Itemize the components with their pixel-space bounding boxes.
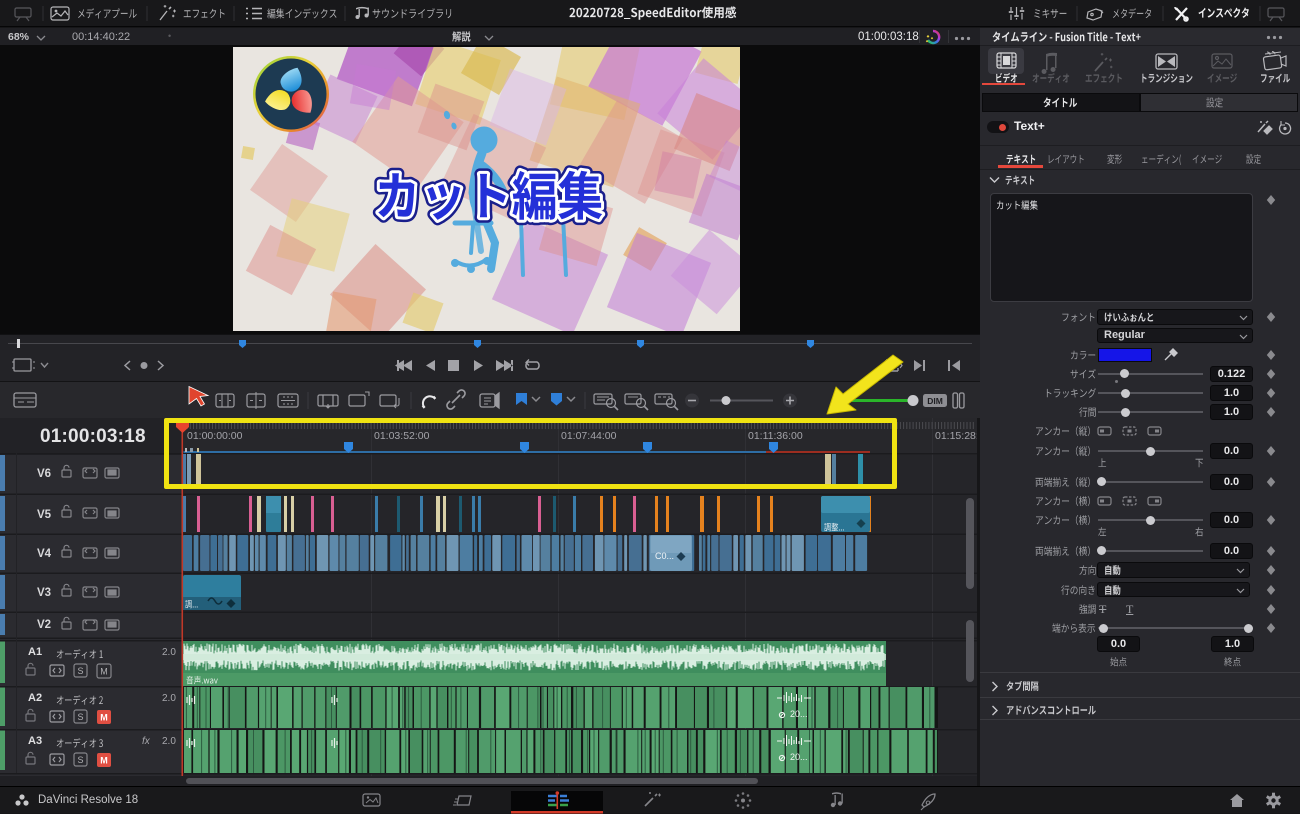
- svg-text:M: M: [100, 713, 108, 723]
- svg-text:DIM: DIM: [927, 396, 943, 406]
- svg-text:M: M: [100, 756, 108, 766]
- svg-text:S: S: [77, 755, 83, 765]
- svg-text:S: S: [77, 712, 83, 722]
- svg-text:S: S: [77, 666, 83, 676]
- svg-text:M: M: [100, 667, 108, 677]
